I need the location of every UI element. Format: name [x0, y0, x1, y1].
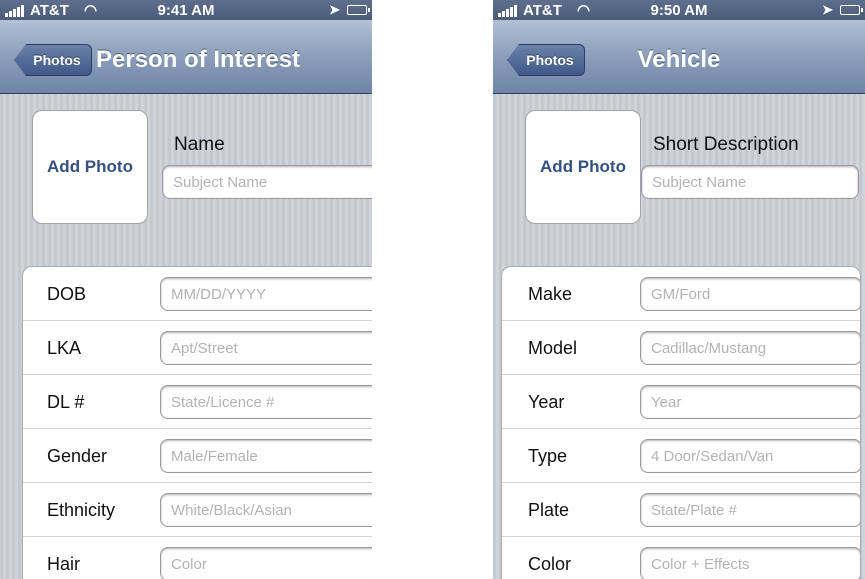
- form-row: Color: [502, 537, 860, 579]
- form-row: Plate: [502, 483, 860, 537]
- ethnicity-input[interactable]: [160, 493, 372, 527]
- battery-icon: [347, 5, 370, 15]
- form-row: Ethnicity: [23, 483, 372, 537]
- form-row: LKA: [23, 321, 372, 375]
- form-row: Hair: [23, 537, 372, 579]
- form-row: DL #: [23, 375, 372, 429]
- plate-input[interactable]: [640, 493, 860, 527]
- form-row: Gender: [23, 429, 372, 483]
- hair-input[interactable]: [160, 547, 372, 579]
- status-bar: AT&T ◠ 9:50 AM ➤: [493, 0, 865, 20]
- location-arrow-icon: ➤: [822, 2, 833, 17]
- dl-number-label: DL #: [47, 392, 85, 412]
- page-title: Vehicle: [637, 46, 721, 73]
- gender-input[interactable]: [160, 439, 372, 473]
- back-button[interactable]: Photos: [14, 44, 92, 76]
- add-photo-button[interactable]: Add Photo: [32, 110, 148, 224]
- battery-icon: [840, 5, 863, 15]
- page-title: Person of Interest: [96, 46, 301, 73]
- add-photo-button[interactable]: Add Photo: [525, 110, 641, 224]
- form-row: Year: [502, 375, 860, 429]
- plate-label: Plate: [528, 500, 570, 520]
- subject-name-input[interactable]: [162, 165, 372, 199]
- name-label: Name: [174, 134, 225, 155]
- form-row: DOB: [23, 267, 372, 321]
- dob-input[interactable]: [160, 277, 372, 311]
- location-arrow-icon: ➤: [329, 2, 340, 17]
- navigation-bar: Photos Person of Interest: [0, 20, 372, 94]
- form-row: Make: [502, 267, 860, 321]
- status-time: 9:50 AM: [650, 2, 708, 19]
- short-description-input[interactable]: [641, 165, 859, 199]
- year-label: Year: [528, 392, 565, 412]
- ethnicity-label: Ethnicity: [47, 500, 116, 520]
- status-bar: AT&T ◠ 9:41 AM ➤: [0, 0, 372, 20]
- model-label: Model: [528, 338, 578, 358]
- form-row: Type: [502, 429, 860, 483]
- person-of-interest-screen: AT&T ◠ 9:41 AM ➤ Photos Person of Intere…: [0, 0, 372, 579]
- type-label: Type: [528, 446, 568, 466]
- gender-label: Gender: [47, 446, 108, 466]
- lka-input[interactable]: [160, 331, 372, 365]
- status-time: 9:41 AM: [157, 2, 215, 19]
- make-label: Make: [528, 284, 573, 304]
- dl-number-input[interactable]: [160, 385, 372, 419]
- details-form: Make Model Year Type Plate Color: [501, 266, 861, 579]
- form-row: Model: [502, 321, 860, 375]
- year-input[interactable]: [640, 385, 860, 419]
- make-input[interactable]: [640, 277, 860, 311]
- short-description-label: Short Description: [653, 134, 799, 155]
- navigation-bar: Photos Vehicle: [493, 20, 865, 94]
- color-input[interactable]: [640, 547, 860, 579]
- model-input[interactable]: [640, 331, 860, 365]
- vehicle-screen: AT&T ◠ 9:50 AM ➤ Photos Vehicle Add Phot…: [493, 0, 865, 579]
- lka-label: LKA: [47, 338, 82, 358]
- color-label: Color: [528, 554, 572, 574]
- type-input[interactable]: [640, 439, 860, 473]
- details-form: DOB LKA DL # Gender Ethnicity Hair: [22, 266, 372, 579]
- hair-label: Hair: [47, 554, 81, 574]
- dob-label: DOB: [47, 284, 87, 304]
